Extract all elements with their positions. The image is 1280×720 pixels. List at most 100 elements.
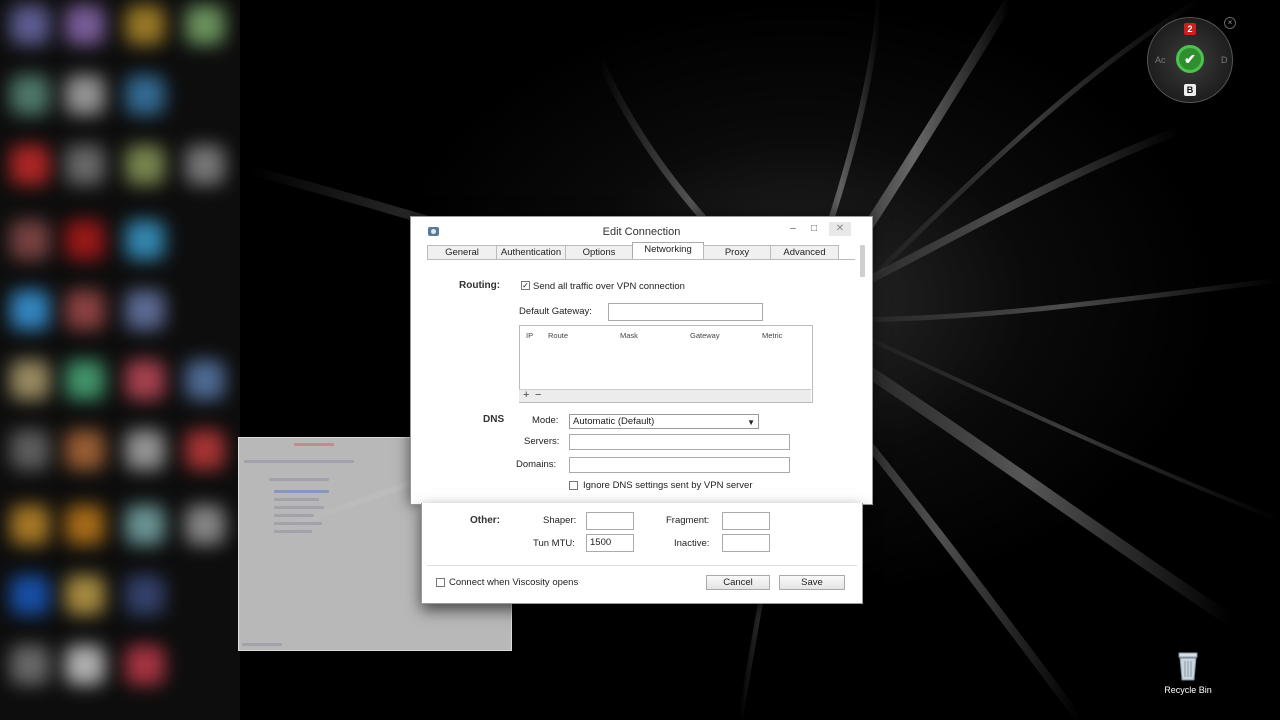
dns-section-label: DNS (483, 414, 505, 425)
blurred-icon (10, 145, 50, 185)
blurred-icon (125, 360, 165, 400)
desktop-gadget[interactable]: 2 Ac ✔ D B × (1146, 17, 1236, 103)
scrollbar-thumb[interactable] (860, 245, 865, 277)
connect-on-open-checkbox[interactable] (436, 578, 445, 587)
recycle-bin[interactable]: Recycle Bin (1158, 651, 1218, 695)
blurred-icon (125, 430, 165, 470)
blurred-icon (65, 145, 105, 185)
save-button[interactable]: Save (779, 575, 845, 590)
default-gateway-field[interactable] (608, 303, 763, 321)
tab-bar: General Authentication Options Networkin… (427, 242, 855, 260)
blurred-icon (10, 220, 50, 260)
blurred-icon (65, 220, 105, 260)
blurred-icon (65, 5, 105, 45)
route-column-ip[interactable]: IP (526, 331, 533, 340)
dns-servers-field[interactable] (569, 434, 790, 450)
recycle-bin-icon (1177, 651, 1199, 681)
cancel-button[interactable]: Cancel (706, 575, 770, 590)
send-all-traffic-label: Send all traffic over VPN connection (533, 281, 685, 292)
blurred-icon (10, 5, 50, 45)
blurred-icon (65, 575, 105, 615)
tab-advanced[interactable]: Advanced (770, 245, 839, 259)
blurred-desktop-icons (0, 0, 240, 720)
blurred-icon (65, 645, 105, 685)
blurred-icon (125, 575, 165, 615)
blurred-icon (10, 75, 50, 115)
edit-connection-dialog: Edit Connection – □ ✕ General Authentica… (410, 216, 873, 505)
route-column-mask[interactable]: Mask (620, 331, 638, 340)
dialog-titlebar[interactable]: Edit Connection – □ ✕ (411, 217, 872, 243)
tab-general[interactable]: General (427, 245, 497, 259)
blurred-icon (10, 360, 50, 400)
blurred-icon (10, 505, 50, 545)
dns-mode-value: Automatic (Default) (573, 416, 655, 427)
blurred-icon (10, 645, 50, 685)
blurred-icon (185, 5, 225, 45)
tab-proxy[interactable]: Proxy (703, 245, 771, 259)
shaper-field[interactable] (586, 512, 634, 530)
blurred-icon (185, 430, 225, 470)
blurred-icon (125, 75, 165, 115)
blurred-icon (10, 575, 50, 615)
tab-options[interactable]: Options (565, 245, 633, 259)
ghost-line (294, 443, 334, 446)
add-route-button[interactable]: + (523, 389, 529, 401)
send-all-traffic-checkbox[interactable]: ✓ (521, 281, 530, 290)
blurred-icon (65, 430, 105, 470)
route-column-route[interactable]: Route (548, 331, 568, 340)
recycle-bin-label: Recycle Bin (1164, 685, 1212, 695)
gadget-count-badge: 2 (1184, 23, 1196, 35)
ghost-line (274, 506, 324, 509)
blurred-icon (10, 430, 50, 470)
blurred-icon (10, 290, 50, 330)
blurred-icon (125, 645, 165, 685)
ignore-dns-checkbox[interactable] (569, 481, 578, 490)
blurred-icon (125, 220, 165, 260)
blurred-icon (125, 290, 165, 330)
close-button[interactable]: ✕ (829, 222, 851, 236)
gadget-right-label: D (1221, 55, 1228, 65)
fragment-field[interactable] (722, 512, 770, 530)
blurred-icon (65, 75, 105, 115)
route-column-metric[interactable]: Metric (762, 331, 782, 340)
route-toolbar: + − (519, 389, 811, 402)
blurred-icon (65, 290, 105, 330)
gadget-b-badge: B (1184, 84, 1196, 96)
inactive-label: Inactive: (674, 538, 710, 549)
blurred-icon (185, 360, 225, 400)
ignore-dns-label: Ignore DNS settings sent by VPN server (583, 480, 753, 491)
fragment-label: Fragment: (666, 515, 710, 526)
dns-domains-field[interactable] (569, 457, 790, 473)
blurred-icon (185, 145, 225, 185)
ghost-line (274, 498, 319, 501)
minimize-button[interactable]: – (783, 222, 803, 236)
edit-connection-dialog-lower: Other: Shaper: Fragment: Tun MTU: 1500 I… (421, 503, 863, 604)
chevron-down-icon: ▼ (747, 418, 755, 427)
blurred-icon (65, 505, 105, 545)
connect-on-open-label: Connect when Viscosity opens (449, 577, 579, 588)
maximize-button[interactable]: □ (804, 222, 824, 236)
route-column-gateway[interactable]: Gateway (690, 331, 720, 340)
dns-domains-label: Domains: (516, 459, 557, 470)
ghost-line (274, 490, 329, 493)
checkmark-icon[interactable]: ✔ (1176, 45, 1204, 73)
gadget-left-label: Ac (1155, 55, 1166, 65)
tun-mtu-field[interactable]: 1500 (586, 534, 634, 552)
blurred-icon (125, 505, 165, 545)
ghost-line (274, 522, 322, 525)
blurred-icon (125, 5, 165, 45)
blurred-icon (185, 505, 225, 545)
ghost-line (244, 460, 354, 463)
inactive-field[interactable] (722, 534, 770, 552)
blurred-icon (125, 145, 165, 185)
ghost-line (269, 478, 329, 481)
tab-authentication[interactable]: Authentication (496, 245, 566, 259)
dns-mode-select[interactable]: Automatic (Default) ▼ (569, 414, 759, 429)
tun-mtu-label: Tun MTU: (533, 538, 575, 549)
gadget-close-icon[interactable]: × (1224, 17, 1236, 29)
shaper-label: Shaper: (543, 515, 577, 526)
tab-networking[interactable]: Networking (632, 242, 704, 258)
remove-route-button[interactable]: − (535, 389, 541, 401)
other-section-label: Other: (470, 515, 500, 526)
dns-mode-label: Mode: (532, 415, 559, 426)
